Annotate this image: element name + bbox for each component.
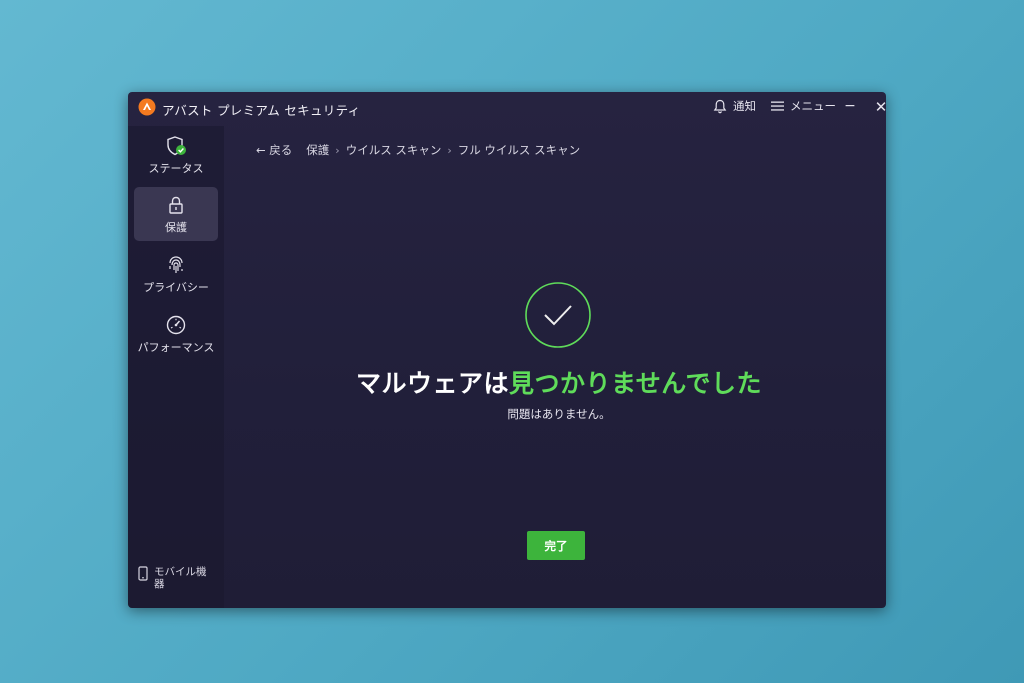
breadcrumb-item-full-scan: フル ウイルス スキャン [457,143,581,157]
result-headline: マルウェアは見つかりませんでした [128,364,886,400]
back-link[interactable]: ← 戻る [256,142,292,158]
breadcrumb-item-protection[interactable]: 保護 [306,142,329,158]
headline-green-part: 見つかりませんでした [509,369,763,398]
app-window: アバスト プレミアム セキュリティ 通知 メニュー − ✕ ステータス 保護 プ… [128,92,886,608]
breadcrumb-item-virus-scan[interactable]: ウイルス スキャン [346,142,442,158]
main-content: ← 戻る 保護 › ウイルス スキャン › フル ウイルス スキャン マルウェア… [128,92,886,608]
breadcrumb-separator: › [447,143,452,157]
result-subtext: 問題はありません。 [507,407,611,421]
breadcrumb-separator: › [335,143,340,157]
success-check-icon [525,282,591,348]
headline-white-part: マルウェアは [355,369,509,398]
breadcrumb: ← 戻る 保護 › ウイルス スキャン › フル ウイルス スキャン [256,142,580,158]
done-button[interactable]: 完了 [527,531,585,560]
